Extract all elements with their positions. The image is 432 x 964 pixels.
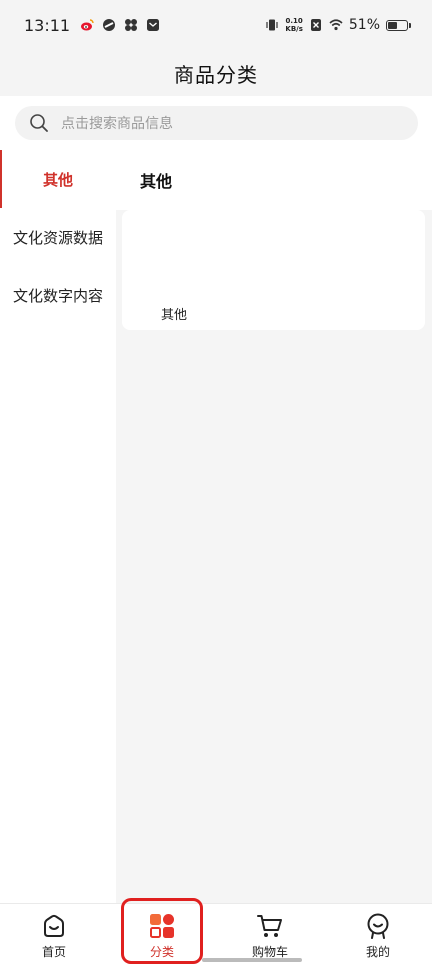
tab-label: 我的 [365, 945, 390, 959]
search-placeholder: 点击搜索商品信息 [61, 116, 173, 132]
search-icon [30, 114, 48, 132]
tab-label: 分类 [149, 945, 174, 959]
weibo-icon [81, 19, 94, 31]
sidebar-item-label: 文化数字内容 [12, 286, 103, 305]
search-bar: 点击搜索商品信息 [0, 96, 432, 150]
sidebar-item-cultural-digital-content[interactable]: 文化数字内容 [0, 266, 116, 324]
status-time: 13:11 [24, 15, 71, 35]
bottom-tab-bar: 首页 分类 购物车 我的 [0, 903, 432, 964]
tab-cart[interactable]: 购物车 [216, 904, 324, 964]
sidebar-item-cultural-resource-data[interactable]: 文化资源数据 [0, 208, 116, 266]
home-icon [44, 914, 64, 937]
subcategory-image [154, 266, 194, 302]
mail-app-icon [147, 19, 160, 31]
network-speed: 0.10 KB/s [285, 17, 302, 33]
subcategory-card: 其他 [122, 210, 425, 330]
header: 商品分类 [0, 50, 432, 96]
status-bar: 13:11 0.10 KB/s 51% [0, 0, 432, 50]
sidebar-item-label: 其他 [42, 170, 73, 189]
tab-label: 首页 [41, 945, 66, 959]
network-speed-unit: KB/s [285, 25, 303, 33]
category-content: 其他 其他 [116, 150, 432, 903]
tab-category[interactable]: 分类 [108, 904, 216, 964]
tab-home[interactable]: 首页 [0, 904, 108, 964]
status-left: 13:11 [24, 16, 160, 35]
tab-profile[interactable]: 我的 [324, 904, 432, 964]
search-input[interactable]: 点击搜索商品信息 [15, 106, 418, 140]
sidebar-item-other[interactable]: 其他 [0, 150, 116, 208]
battery-icon [386, 19, 411, 31]
subcategory-label: 其他 [160, 308, 187, 323]
network-speed-value: 0.10 [285, 17, 303, 25]
pinwheel-app-icon [125, 19, 138, 31]
cart-icon [257, 915, 282, 937]
wifi-icon [329, 19, 343, 31]
subcategory-item-other[interactable]: 其他 [144, 266, 204, 323]
status-right: 0.10 KB/s 51% [265, 17, 411, 33]
page-title: 商品分类 [174, 62, 258, 87]
battery-percent: 51% [348, 17, 380, 33]
category-heading: 其他 [116, 150, 432, 210]
sim-off-icon [310, 19, 321, 31]
home-indicator[interactable] [202, 958, 302, 962]
link-app-icon [103, 19, 116, 31]
vibrate-icon [266, 19, 278, 31]
sidebar-item-label: 文化资源数据 [12, 228, 103, 247]
category-sidebar: 其他 文化资源数据 文化数字内容 [0, 150, 116, 903]
battery-level [388, 21, 397, 29]
category-icon [150, 914, 174, 938]
profile-icon [367, 913, 389, 939]
